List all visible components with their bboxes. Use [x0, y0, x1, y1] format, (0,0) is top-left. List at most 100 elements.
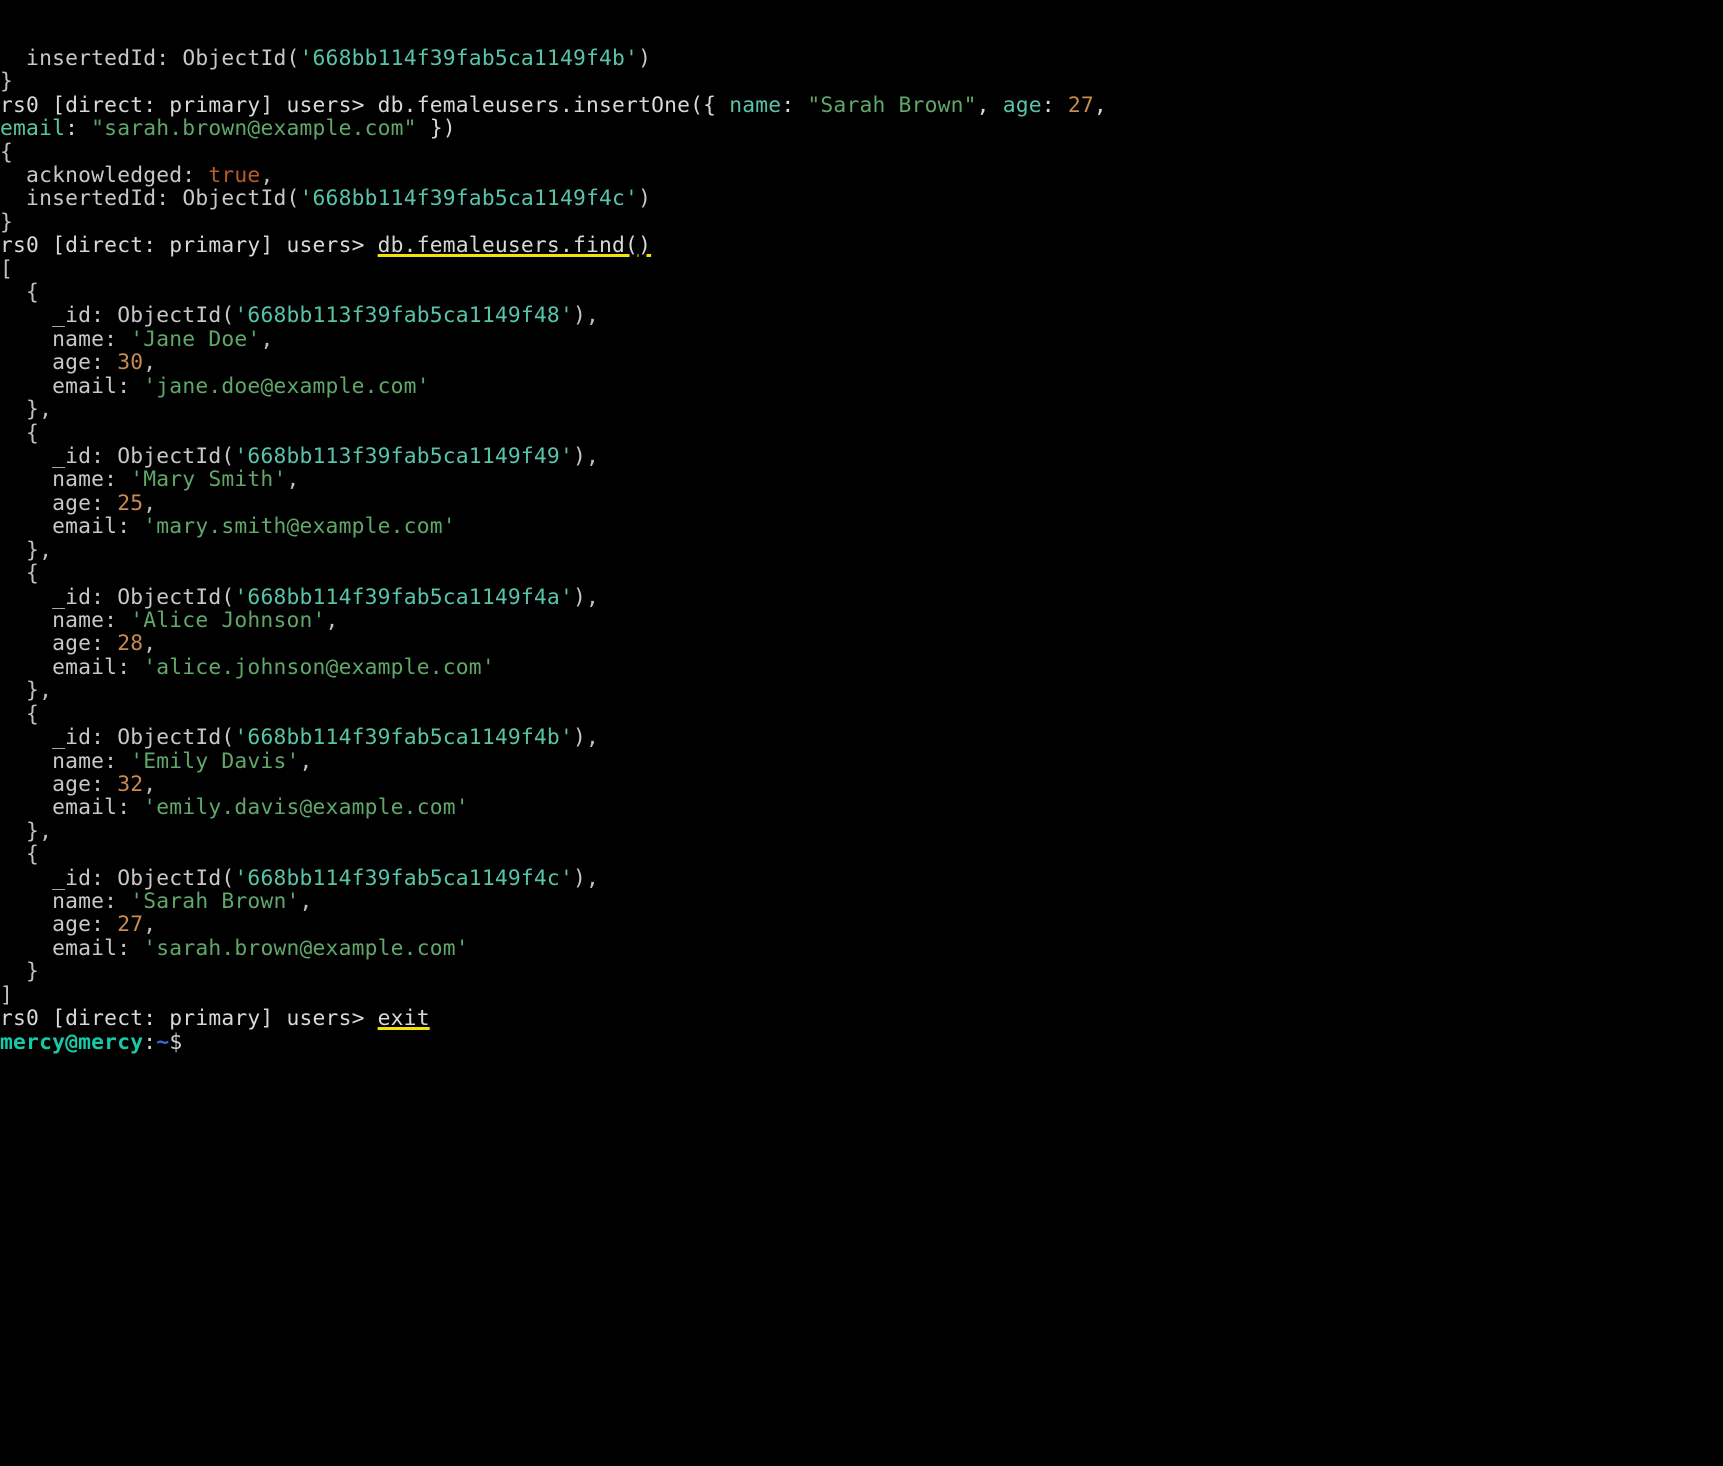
string-value: 'Emily Davis': [130, 749, 299, 774]
comma: ,: [326, 608, 339, 633]
find-cmd[interactable]: db.femaleusers.find(): [378, 233, 651, 258]
objectid-call: ObjectId(: [117, 444, 234, 469]
insert-key[interactable]: age: [1003, 93, 1042, 118]
field-label: email:: [0, 655, 143, 680]
terminal-output[interactable]: insertedId: ObjectId('668bb114f39fab5ca1…: [0, 47, 1723, 1054]
comma: ,: [143, 772, 156, 797]
comma: ,: [143, 491, 156, 516]
paren-close: ): [573, 585, 586, 610]
field-label: name:: [0, 608, 130, 633]
number-value: 30: [117, 350, 143, 375]
insert-value[interactable]: 27: [1068, 93, 1094, 118]
comma: ,: [286, 467, 299, 492]
comma: ,: [586, 866, 599, 891]
comma: ,: [1094, 93, 1107, 118]
string-value: 'jane.doe@example.com': [143, 374, 429, 399]
field-label: _id:: [0, 444, 117, 469]
field-label: _id:: [0, 725, 117, 750]
bool-value: true: [208, 163, 260, 188]
field-label: age:: [0, 772, 117, 797]
bracket-open: [: [0, 257, 13, 282]
field-label: email:: [0, 374, 143, 399]
field-label: _id:: [0, 303, 117, 328]
shell-colon: :: [143, 1030, 156, 1055]
insert-cmd[interactable]: db.femaleusers.insertOne({: [378, 93, 730, 118]
doc-open: {: [0, 280, 39, 305]
objectid-value: '668bb113f39fab5ca1149f49': [234, 444, 573, 469]
output-label: insertedId:: [0, 186, 182, 211]
field-label: name:: [0, 889, 130, 914]
field-label: email:: [0, 795, 143, 820]
comma: ,: [586, 585, 599, 610]
string-value: 'emily.davis@example.com': [143, 795, 469, 820]
field-label: age:: [0, 491, 117, 516]
objectid-call: ObjectId(: [182, 46, 299, 71]
number-value: 28: [117, 631, 143, 656]
comma: ,: [143, 912, 156, 937]
field-label: name:: [0, 467, 130, 492]
number-value: 32: [117, 772, 143, 797]
doc-close: },: [0, 678, 52, 703]
comma: ,: [300, 889, 313, 914]
bracket-close: ]: [0, 983, 13, 1008]
field-label: age:: [0, 631, 117, 656]
string-value: 'alice.johnson@example.com': [143, 655, 495, 680]
exit-cmd[interactable]: exit: [378, 1006, 430, 1031]
paren-close: ): [638, 46, 651, 71]
insert-key[interactable]: email: [0, 116, 65, 141]
string-value: 'Sarah Brown': [130, 889, 299, 914]
doc-open: {: [0, 561, 39, 586]
objectid-call: ObjectId(: [117, 866, 234, 891]
output-label: insertedId:: [0, 46, 182, 71]
paren-close: ): [573, 725, 586, 750]
output-label: acknowledged:: [0, 163, 208, 188]
objectid-call: ObjectId(: [117, 725, 234, 750]
insert-key[interactable]: name: [729, 93, 781, 118]
comma: ,: [300, 749, 313, 774]
number-value: 25: [117, 491, 143, 516]
shell-dollar[interactable]: $: [169, 1030, 195, 1055]
doc-open: {: [0, 421, 39, 446]
doc-open: {: [0, 842, 39, 867]
string-value: 'Mary Smith': [130, 467, 286, 492]
comma: ,: [586, 303, 599, 328]
string-value: 'Jane Doe': [130, 327, 260, 352]
field-label: _id:: [0, 866, 117, 891]
doc-close: }: [0, 959, 39, 984]
comma: ,: [143, 631, 156, 656]
comma: ,: [260, 163, 273, 188]
colon: :: [65, 116, 91, 141]
insert-value[interactable]: "Sarah Brown": [807, 93, 976, 118]
field-label: name:: [0, 327, 130, 352]
comma: ,: [143, 350, 156, 375]
objectid-value: '668bb114f39fab5ca1149f4c': [300, 186, 639, 211]
string-value: 'mary.smith@example.com': [143, 514, 456, 539]
paren-close: ): [573, 866, 586, 891]
brace-open: {: [0, 140, 13, 165]
field-label: _id:: [0, 585, 117, 610]
mongosh-prompt: rs0 [direct: primary] users>: [0, 233, 378, 258]
mongosh-prompt: rs0 [direct: primary] users>: [0, 93, 378, 118]
brace-close: }: [0, 210, 13, 235]
objectid-call: ObjectId(: [182, 186, 299, 211]
cmd-close[interactable]: }): [417, 116, 456, 141]
shell-path: ~: [156, 1030, 169, 1055]
doc-close: },: [0, 397, 52, 422]
colon: :: [1042, 93, 1068, 118]
doc-open: {: [0, 702, 39, 727]
comma: ,: [586, 725, 599, 750]
field-label: email:: [0, 514, 143, 539]
mongosh-prompt: rs0 [direct: primary] users>: [0, 1006, 378, 1031]
field-label: name:: [0, 749, 130, 774]
number-value: 27: [117, 912, 143, 937]
objectid-call: ObjectId(: [117, 303, 234, 328]
field-label: email:: [0, 936, 143, 961]
objectid-call: ObjectId(: [117, 585, 234, 610]
shell-user: mercy@mercy: [0, 1030, 143, 1055]
objectid-value: '668bb114f39fab5ca1149f4c': [234, 866, 573, 891]
paren-close: ): [573, 303, 586, 328]
string-value: 'Alice Johnson': [130, 608, 325, 633]
field-label: age:: [0, 912, 117, 937]
paren-close: ): [573, 444, 586, 469]
insert-value[interactable]: "sarah.brown@example.com": [91, 116, 417, 141]
